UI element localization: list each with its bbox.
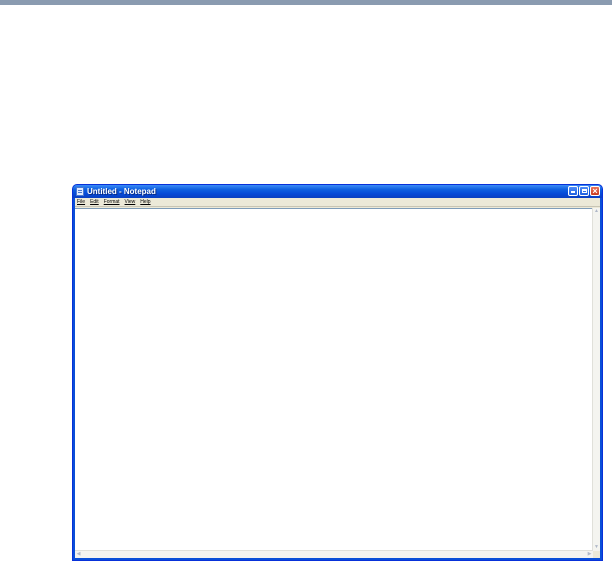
maximize-icon bbox=[582, 189, 587, 193]
notepad-icon[interactable] bbox=[76, 187, 84, 196]
title-bar[interactable]: Untitled - Notepad × bbox=[73, 185, 602, 198]
menu-view[interactable]: View bbox=[125, 198, 136, 206]
minimize-button[interactable] bbox=[568, 186, 578, 196]
minimize-icon bbox=[571, 191, 575, 193]
caption-buttons: × bbox=[568, 186, 600, 197]
document-text-area[interactable] bbox=[75, 208, 600, 558]
close-icon: × bbox=[592, 186, 598, 196]
maximize-button[interactable] bbox=[579, 186, 589, 196]
window-title: Untitled - Notepad bbox=[87, 187, 156, 196]
menu-format[interactable]: Format bbox=[104, 198, 120, 206]
window-client-area: File Edit Format View Help ▲ ▼ ◀ ▶ bbox=[75, 198, 600, 558]
menu-edit[interactable]: Edit bbox=[90, 198, 99, 206]
close-button[interactable]: × bbox=[590, 186, 600, 196]
menu-help[interactable]: Help bbox=[140, 198, 150, 206]
menu-bar: File Edit Format View Help bbox=[75, 198, 600, 207]
menu-file[interactable]: File bbox=[77, 198, 85, 206]
top-rule bbox=[0, 0, 612, 5]
notepad-window: Untitled - Notepad × File Edit Format Vi… bbox=[72, 184, 603, 561]
